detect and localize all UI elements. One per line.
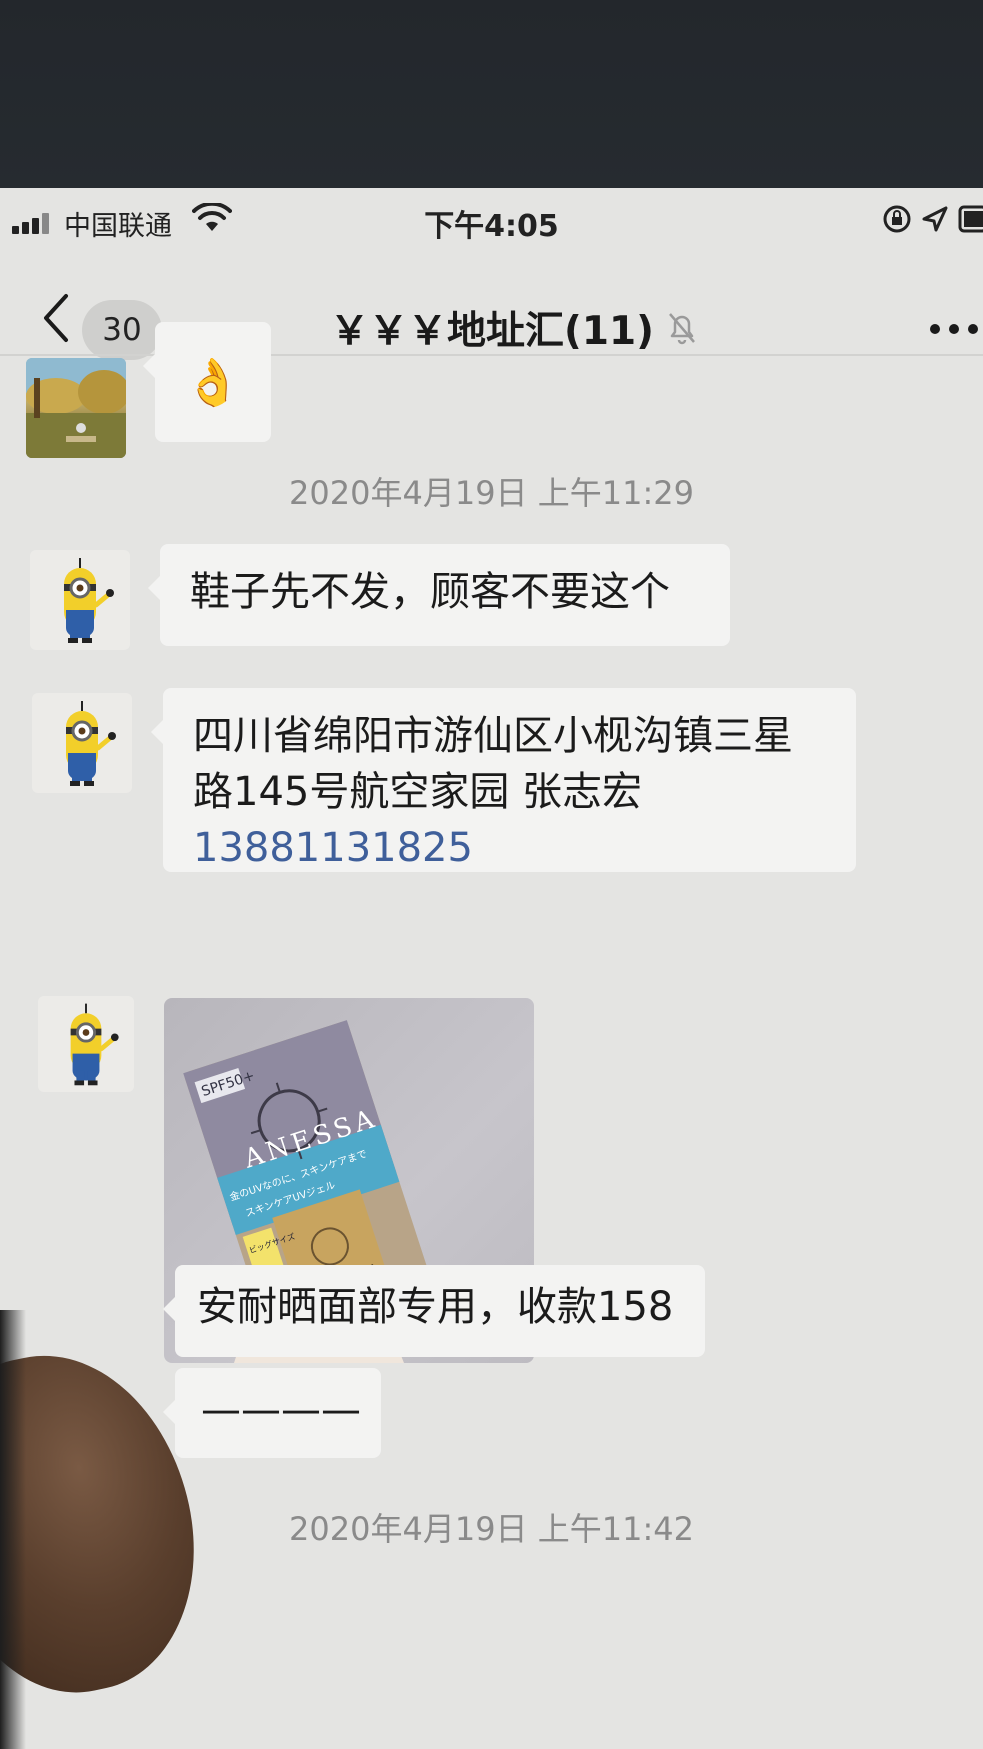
more-options-icon[interactable] <box>930 324 980 336</box>
location-icon <box>922 206 948 232</box>
chat-title-group[interactable]: ￥￥￥地址汇(11) <box>330 298 698 358</box>
battery-icon <box>958 205 983 233</box>
text-message-bubble[interactable]: 安耐晒面部专用，收款158 <box>163 1265 705 1357</box>
message-timestamp: 2020年4月19日 上午11:29 <box>289 474 694 512</box>
message-text: 安耐晒面部专用，收款158 <box>197 1284 674 1330</box>
rotation-lock-icon <box>883 205 911 233</box>
message-text: ———— <box>201 1387 361 1433</box>
avatar-minion[interactable] <box>32 693 132 793</box>
status-indicators <box>883 205 983 233</box>
ok-hand-emoji: 👌 <box>184 355 242 409</box>
avatar-minion[interactable] <box>38 996 134 1092</box>
phone-screen: 中国联通 下午4:05 30 ￥￥￥地址汇(11) 👌 2020年4月19日 上… <box>0 188 983 1749</box>
landscape-painting-image <box>26 358 126 458</box>
minion-avatar-image <box>64 558 114 643</box>
status-time: 下午4:05 <box>424 209 559 244</box>
emoji-message-bubble[interactable]: 👌 <box>143 322 271 442</box>
mute-bell-icon <box>668 313 695 345</box>
chat-title: ￥￥￥地址汇(11) <box>330 309 654 354</box>
address-text: 四川省绵阳市游仙区小枧沟镇三星路145号航空家园 张志宏 <box>193 713 793 815</box>
avatar-landscape[interactable] <box>26 358 126 458</box>
text-message-bubble[interactable]: 鞋子先不发，顾客不要这个 <box>148 544 730 646</box>
minion-avatar-image <box>66 701 116 786</box>
phone-number-link[interactable]: 13881131825 <box>193 820 826 876</box>
text-message-bubble[interactable]: ———— <box>163 1368 381 1458</box>
back-chevron-icon[interactable] <box>40 292 72 344</box>
unread-count-badge[interactable]: 30 <box>82 300 162 360</box>
phone-edge-shadow <box>0 1310 26 1749</box>
address-message-bubble[interactable]: 四川省绵阳市游仙区小枧沟镇三星路145号航空家园 张志宏 13881131825 <box>151 688 856 872</box>
background-top <box>0 0 983 190</box>
status-bar: 中国联通 下午4:05 <box>0 188 983 248</box>
avatar-minion[interactable] <box>30 550 130 650</box>
chat-nav-bar: 30 ￥￥￥地址汇(11) <box>0 248 983 360</box>
minion-avatar-image <box>70 1003 119 1086</box>
message-text: 鞋子先不发，顾客不要这个 <box>190 569 670 615</box>
